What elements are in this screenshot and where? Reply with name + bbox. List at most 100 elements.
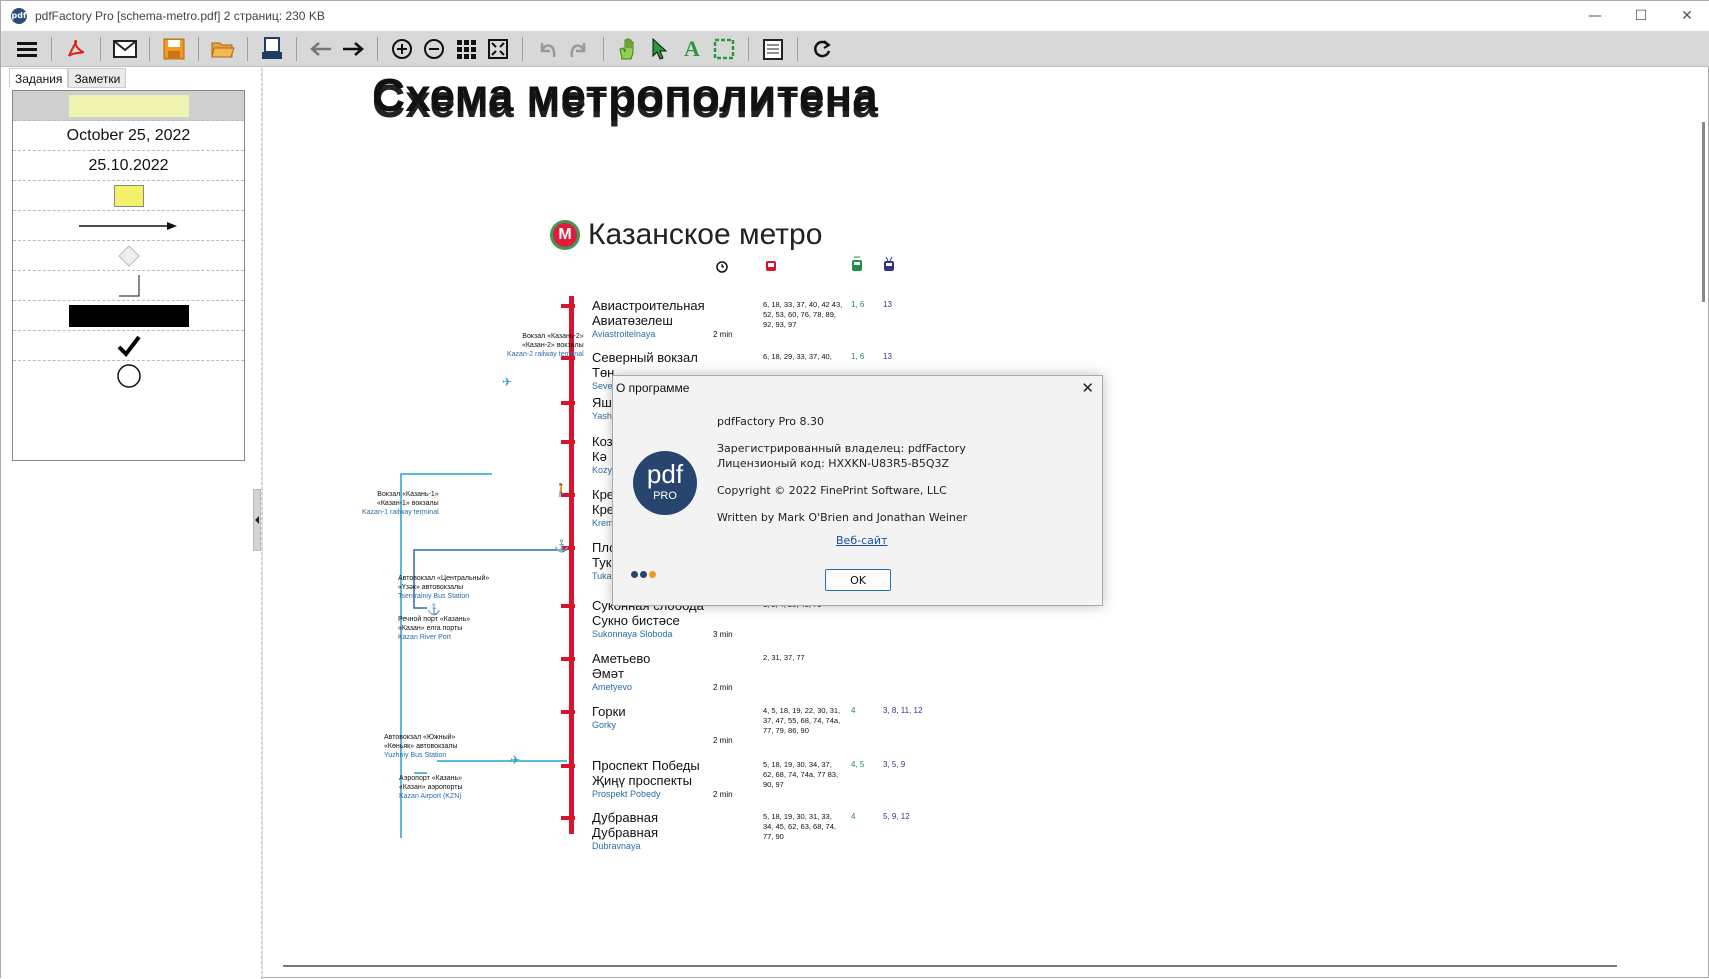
station-tt: Кре xyxy=(592,502,615,517)
menu-icon[interactable] xyxy=(13,35,41,63)
walking-person-icon: 🚶 xyxy=(554,483,569,497)
station-trams: 4 xyxy=(851,706,856,715)
clock-icon xyxy=(716,261,728,273)
fit-page-icon[interactable] xyxy=(484,35,512,63)
transfer-l2: «Казан» аэропорты xyxy=(399,784,463,791)
station-en: Dubravnaya xyxy=(592,841,641,851)
station: Коз Кә Kozy xyxy=(592,434,613,476)
note-check[interactable] xyxy=(13,331,244,361)
transfer-label: Вокзал «Казань-1» «Казан-1» вокзалы Kazan-… xyxy=(362,490,439,517)
metro-header: М Казанское метро xyxy=(550,218,822,252)
zoom-in-icon[interactable] xyxy=(388,35,416,63)
hand-tool-icon[interactable] xyxy=(614,35,642,63)
tab-tasks[interactable]: Задания xyxy=(9,68,69,88)
station-tt: Кә xyxy=(592,449,607,464)
product-version: pdfFactory Pro 8.30 xyxy=(717,415,824,428)
highlight-swatch xyxy=(68,94,189,117)
save-icon[interactable] xyxy=(160,35,188,63)
station-ru: Горки xyxy=(592,704,626,719)
back-arrow-icon[interactable] xyxy=(307,35,335,63)
zoom-out-icon[interactable] xyxy=(420,35,448,63)
main-title: Схема метрополитена xyxy=(372,69,878,121)
dialog-body: pdf PRO pdfFactory Pro 8.30 Зарегистриро… xyxy=(614,400,1101,605)
transfer-en: Kazan-1 railway terminal xyxy=(362,509,439,516)
text-tool-icon[interactable]: A xyxy=(678,35,706,63)
app-window: pdf pdfFactory Pro [schema-metro.pdf] 2 … xyxy=(0,0,1709,979)
note-redaction[interactable] xyxy=(13,301,244,331)
transfer-en: Yuzhniy Bus Station xyxy=(384,752,447,759)
tab-notes[interactable]: Заметки xyxy=(68,68,127,88)
station-buses: 5, 18, 19, 30, 34, 37, 62, 68, 74, 74a, … xyxy=(763,760,839,789)
note-sticky[interactable] xyxy=(13,181,244,211)
transfer-label: Аэропорт «Казань» «Казан» аэропорты Kazan … xyxy=(399,774,463,801)
station-ru: Аметьево xyxy=(592,651,651,666)
note-circle[interactable] xyxy=(13,361,244,391)
transfer-l1: Вокзал «Казань-2» xyxy=(522,333,584,340)
date-long-text: October 25, 2022 xyxy=(66,126,191,144)
refresh-icon[interactable] xyxy=(808,35,836,63)
open-folder-icon[interactable] xyxy=(209,35,237,63)
metro-name: Казанское метро xyxy=(588,218,823,251)
toolbar-separator xyxy=(522,36,523,61)
redo-icon[interactable] xyxy=(565,35,593,63)
station-en: Sukonnaya Sloboda xyxy=(592,629,673,639)
notes-icon[interactable] xyxy=(759,35,787,63)
grid-icon[interactable] xyxy=(452,35,480,63)
toolbar-separator xyxy=(797,36,798,61)
panel-splitter-handle[interactable] xyxy=(253,489,261,551)
transfer-l2: «Казан» елга порты xyxy=(398,625,463,632)
transfer-l1: Автовокзал «Центральный» xyxy=(398,575,490,582)
horizontal-scrollbar[interactable] xyxy=(283,965,1617,967)
email-icon[interactable] xyxy=(111,35,139,63)
transfer-en: Kazan River Port xyxy=(398,634,451,641)
scrollbar-thumb[interactable] xyxy=(1702,122,1705,302)
note-arrow[interactable] xyxy=(13,211,244,241)
tram-icon xyxy=(852,256,862,271)
note-diamond[interactable] xyxy=(13,241,244,271)
registered-owner: Зарегистрированный владелец: pdfFactory xyxy=(717,442,966,455)
website-link[interactable]: Веб-сайт xyxy=(836,534,887,547)
transfer-l1: Аэропорт «Казань» xyxy=(399,775,463,782)
forward-arrow-icon[interactable] xyxy=(339,35,367,63)
station-en: Kozy xyxy=(592,465,613,475)
station: Дубравная Дубравная Dubravnaya xyxy=(592,810,658,852)
loading-dots-icon xyxy=(631,571,658,578)
print-icon[interactable] xyxy=(258,35,286,63)
close-button[interactable]: ✕ xyxy=(1664,1,1709,31)
about-dialog: О программе ✕ pdf PRO pdfFactory Pro 8.3… xyxy=(612,375,1103,606)
station-ru: Коз xyxy=(592,434,613,449)
title-bar: pdf pdfFactory Pro [schema-metro.pdf] 2 … xyxy=(1,1,1709,31)
select-pointer-icon[interactable] xyxy=(646,35,674,63)
note-date-long[interactable]: October 25, 2022 xyxy=(13,121,244,151)
left-panel: Задания Заметки October 25, 2022 25.10.2… xyxy=(1,68,263,979)
trolleybus-icon xyxy=(884,256,894,271)
station-troll: 3, 5, 9 xyxy=(883,760,906,769)
maximize-button[interactable]: ☐ xyxy=(1618,1,1664,31)
airplane-icon: ✈ xyxy=(502,375,513,389)
pdf-icon[interactable] xyxy=(62,35,90,63)
transfer-l2: «Көньяк» автовокзалы xyxy=(384,743,458,750)
station-buses: 2, 31, 37, 77 xyxy=(763,653,805,662)
note-bracket[interactable] xyxy=(13,271,244,301)
diamond-icon xyxy=(117,244,140,267)
note-date-short[interactable]: 25.10.2022 xyxy=(13,151,244,181)
airplane-icon: ✈ xyxy=(510,753,521,767)
minimize-button[interactable]: — xyxy=(1572,1,1618,31)
transfer-l1: Автовокзал «Южный» xyxy=(384,734,456,741)
corner-line-icon xyxy=(118,274,139,296)
undo-icon[interactable] xyxy=(533,35,561,63)
dialog-close-icon[interactable]: ✕ xyxy=(1081,379,1094,397)
station-ru: Кре xyxy=(592,487,615,502)
selection-box-icon[interactable] xyxy=(710,35,738,63)
sticky-note-icon xyxy=(113,184,144,207)
toolbar-separator xyxy=(198,36,199,61)
notes-list: October 25, 2022 25.10.2022 xyxy=(12,90,245,461)
circle-icon xyxy=(116,364,141,388)
note-highlight[interactable] xyxy=(13,91,244,121)
date-short-text: 25.10.2022 xyxy=(88,156,169,174)
ok-button[interactable]: OK xyxy=(825,569,891,591)
bus-icon xyxy=(766,261,776,271)
transfer-l2: «Казан-1» вокзалы xyxy=(376,500,439,507)
vertical-scrollbar[interactable] xyxy=(1688,68,1708,961)
pdfpro-logo: pdf PRO xyxy=(633,451,697,515)
